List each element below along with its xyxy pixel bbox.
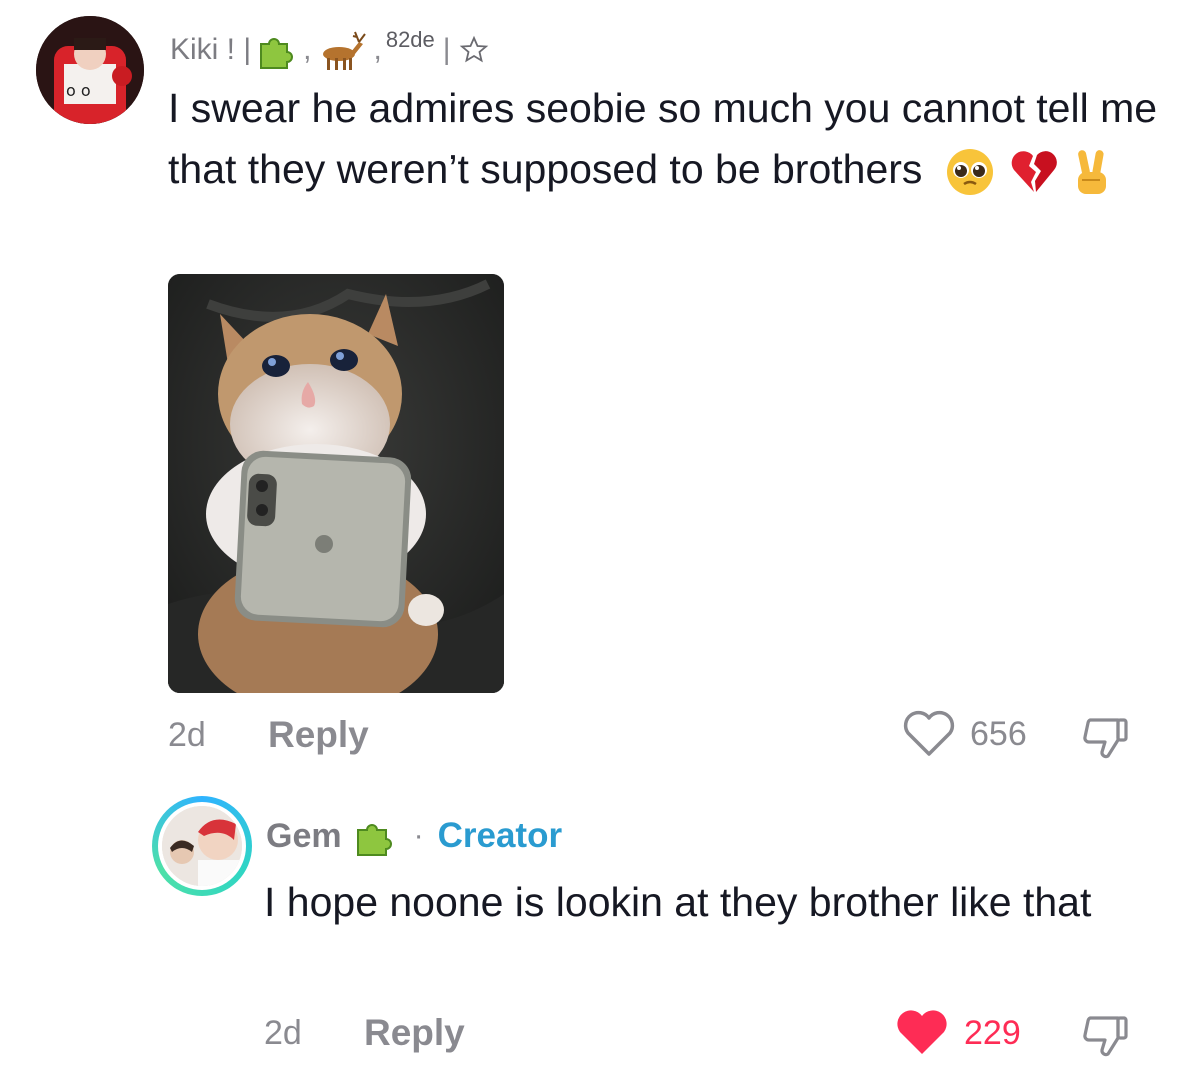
reply-button[interactable]: Reply <box>268 714 369 756</box>
username-text[interactable]: Gem <box>266 817 342 856</box>
username-text[interactable]: Kiki ! | <box>170 33 251 67</box>
reply-time: 2d <box>264 1014 302 1052</box>
separator-dot: · <box>413 819 424 852</box>
reply-text: I hope noone is lookin at they brother l… <box>264 879 1092 925</box>
svg-text:o o: o o <box>66 81 91 100</box>
badge-text: 82de <box>385 27 435 52</box>
deer-icon <box>323 31 367 70</box>
emoji-group <box>944 146 1112 198</box>
puzzle-piece-icon <box>260 38 294 69</box>
thumbs-down-icon <box>1083 718 1128 759</box>
thumbs-down-icon <box>1083 1016 1128 1057</box>
pleading-face-icon <box>946 149 993 196</box>
star-icon <box>459 35 488 63</box>
comment-username[interactable]: Kiki ! | , , 82de | <box>170 27 489 72</box>
avatar[interactable]: o o <box>36 16 144 124</box>
dislike-button[interactable] <box>1078 1008 1134 1064</box>
broken-heart-icon <box>1011 151 1057 193</box>
heart-filled-icon[interactable] <box>894 1008 950 1058</box>
comment-time: 2d <box>168 716 206 754</box>
dislike-button[interactable] <box>1078 710 1134 766</box>
like-group[interactable]: 229 <box>894 1008 1021 1058</box>
like-group[interactable]: 656 <box>902 710 1027 758</box>
avatar-creator[interactable] <box>152 796 252 896</box>
reply-username[interactable]: Gem · Creator <box>266 814 562 858</box>
like-count: 656 <box>970 714 1027 753</box>
puzzle-piece-icon <box>356 824 392 856</box>
avatar-image <box>162 806 242 886</box>
creator-badge: Creator <box>437 816 563 855</box>
crying-cat-image <box>168 274 504 693</box>
separator: | <box>442 33 451 66</box>
comment-text: I swear he admires seobie so much you ca… <box>168 78 1158 200</box>
victory-hand-icon <box>1077 150 1106 195</box>
heart-outline-icon[interactable] <box>902 710 956 758</box>
like-count: 229 <box>964 1013 1021 1052</box>
reply-button[interactable]: Reply <box>364 1012 465 1054</box>
comment-image-crying-cat[interactable] <box>168 274 504 693</box>
